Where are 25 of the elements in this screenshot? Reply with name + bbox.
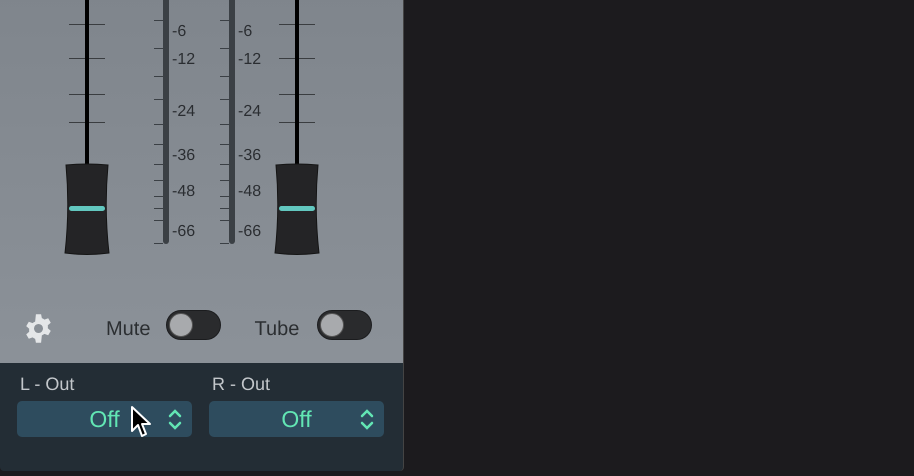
toggle-switch[interactable] <box>166 310 222 340</box>
fader-handle[interactable] <box>273 163 321 256</box>
chevron-up-down-icon <box>360 409 374 430</box>
switch-label: Mute <box>106 316 150 342</box>
meter-scale-label: -66 <box>238 222 262 242</box>
toggle-switch[interactable] <box>317 310 372 340</box>
meter-scale-label: -36 <box>238 146 262 166</box>
meter-scale-label: -36 <box>172 146 196 166</box>
output-dropdown[interactable]: Off <box>209 401 384 437</box>
meter-scale-label: -48 <box>238 182 262 202</box>
fader-handle[interactable] <box>63 163 111 256</box>
meter-scale-label: -12 <box>238 50 262 70</box>
meter-scale-label: -6 <box>238 22 252 42</box>
meter-scale-label: -12 <box>172 50 196 70</box>
output-label: R - Out <box>212 374 272 394</box>
chevron-up-down-icon <box>168 409 182 430</box>
meter-scale-label: -24 <box>238 102 262 122</box>
meter-scale-label: -24 <box>172 102 196 122</box>
cursor-icon <box>130 405 154 439</box>
output-label: L - Out <box>20 374 76 394</box>
output-dropdown[interactable]: Off <box>17 401 192 437</box>
meter-scale-label: -6 <box>172 22 186 42</box>
switch-label: Tube <box>254 316 300 342</box>
meter-scale-label: -48 <box>172 182 196 202</box>
meter-scale-label: -66 <box>172 222 196 242</box>
